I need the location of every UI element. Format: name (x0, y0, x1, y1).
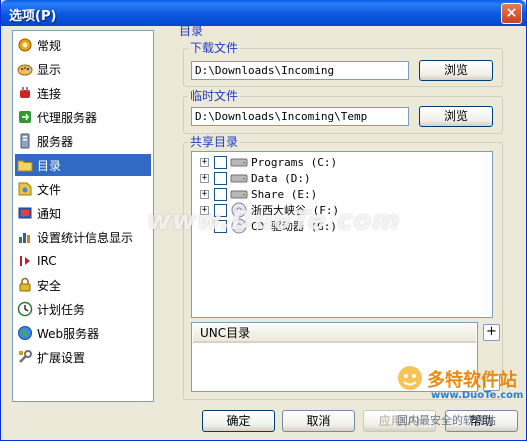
sidebar-item-label: 计划任务 (37, 302, 86, 317)
tree-item-drive-d[interactable]: + Data (D:) (200, 170, 311, 186)
sidebar-item-label: 扩展设置 (37, 350, 86, 365)
unc-dir-list[interactable]: UNC目录 (191, 322, 478, 392)
plug-icon (17, 85, 33, 101)
sidebar-item-label: 安全 (37, 278, 62, 293)
sidebar-item-label: 显示 (37, 62, 62, 77)
sidebar-item-label: 代理服务器 (37, 110, 98, 125)
browse-download-button[interactable]: 浏览 (419, 60, 493, 81)
globe-icon (17, 325, 33, 341)
share-checkbox[interactable] (214, 155, 227, 169)
tree-item-label: CD 驱动器 (G:) (251, 220, 337, 233)
tree-item-drive-g[interactable]: CD 驱动器 (G:) (214, 218, 337, 234)
title-bar[interactable]: 选项(P) × (1, 0, 526, 26)
sidebar-item-security[interactable]: 安全 (15, 274, 151, 296)
category-list[interactable]: 常规 显示 连接 代理服务器 服务器 目录 文件 通知 设置统计信息显示 IRC… (12, 30, 154, 402)
tree-item-label: Share (E:) (251, 187, 318, 201)
temp-path-input[interactable]: D:\Downloads\Incoming\Temp (191, 107, 409, 126)
share-checkbox[interactable] (214, 187, 227, 201)
tree-item-label: Programs (C:) (251, 155, 338, 169)
page-title: 目录 (179, 24, 204, 38)
shared-label: 共享目录 (188, 135, 241, 149)
sidebar-item-web-server[interactable]: Web服务器 (15, 322, 151, 344)
sidebar-item-label: 文件 (37, 182, 62, 197)
sidebar-item-label: 目录 (37, 158, 62, 173)
lock-icon (17, 277, 33, 293)
sidebar-item-general[interactable]: 常规 (15, 34, 151, 56)
cd-drive-icon (230, 202, 248, 218)
shared-dir-tree[interactable]: + Programs (C:) + Data (D:) + Share (E:)… (191, 151, 493, 318)
apply-button[interactable]: 应用(A) (363, 410, 436, 432)
help-button[interactable]: 帮助 (445, 410, 518, 432)
download-path-input[interactable]: D:\Downloads\Incoming (191, 61, 409, 80)
close-icon: × (505, 5, 518, 21)
sidebar-item-scheduler[interactable]: 计划任务 (15, 298, 151, 320)
expand-icon[interactable]: + (200, 205, 209, 215)
notify-icon (17, 205, 33, 221)
sidebar-item-label: 设置统计信息显示 (37, 230, 134, 245)
gear-icon (17, 37, 33, 53)
proxy-icon (17, 109, 33, 125)
folder-icon (17, 157, 33, 173)
tree-item-drive-c[interactable]: + Programs (C:) (200, 154, 337, 170)
tree-item-drive-e[interactable]: + Share (E:) (200, 186, 317, 202)
options-dialog: 选项(P) × 常规 显示 连接 代理服务器 服务器 目录 文件 通知 设置统计… (0, 0, 527, 441)
cd-drive-icon (230, 218, 248, 234)
sidebar-item-irc[interactable]: IRC (15, 250, 151, 272)
tree-item-label: Data (D:) (251, 171, 311, 185)
hard-drive-icon (230, 172, 248, 184)
sidebar-item-label: 连接 (37, 86, 62, 101)
temp-label: 临时文件 (188, 89, 241, 103)
cancel-button[interactable]: 取消 (282, 410, 355, 432)
sidebar-item-display[interactable]: 显示 (15, 58, 151, 80)
expand-icon[interactable]: + (200, 157, 209, 167)
display-icon (17, 61, 33, 77)
sidebar-item-directories[interactable]: 目录 (15, 154, 151, 176)
share-checkbox[interactable] (214, 219, 227, 233)
window-title: 选项(P) (9, 9, 57, 24)
tree-item-label: 浙西大峡谷 (F:) (251, 204, 340, 217)
sidebar-item-label: Web服务器 (37, 326, 100, 341)
file-icon (17, 181, 33, 197)
irc-icon (17, 253, 33, 269)
stats-icon (17, 229, 33, 245)
sidebar-item-notify[interactable]: 通知 (15, 202, 151, 224)
add-unc-button[interactable]: + (483, 324, 500, 341)
ok-button[interactable]: 确定 (202, 410, 275, 432)
hard-drive-icon (230, 156, 248, 168)
download-label: 下载文件 (188, 41, 241, 55)
wrench-icon (17, 349, 33, 365)
sidebar-item-extended[interactable]: 扩展设置 (15, 346, 151, 368)
unc-column-header[interactable]: UNC目录 (193, 324, 476, 343)
hard-drive-icon (230, 188, 248, 200)
sidebar-item-label: 常规 (37, 38, 62, 53)
sidebar-item-proxy[interactable]: 代理服务器 (15, 106, 151, 128)
share-checkbox[interactable] (214, 171, 227, 185)
sidebar-item-statistics[interactable]: 设置统计信息显示 (15, 226, 151, 248)
sidebar-item-files[interactable]: 文件 (15, 178, 151, 200)
clock-icon (17, 301, 33, 317)
minus-icon: − (486, 374, 497, 389)
close-button[interactable]: × (501, 3, 522, 24)
sidebar-item-server[interactable]: 服务器 (15, 130, 151, 152)
browse-temp-button[interactable]: 浏览 (419, 106, 493, 127)
sidebar-item-label: IRC (37, 254, 57, 268)
expand-icon[interactable]: + (200, 173, 209, 183)
sidebar-item-label: 通知 (37, 206, 62, 221)
sidebar-item-label: 服务器 (37, 134, 74, 149)
share-checkbox[interactable] (214, 203, 227, 217)
tree-item-drive-f[interactable]: + 浙西大峡谷 (F:) (200, 202, 339, 218)
plus-icon: + (486, 324, 497, 339)
expand-icon[interactable]: + (200, 189, 209, 199)
server-icon (17, 133, 33, 149)
remove-unc-button[interactable]: − (483, 374, 500, 391)
sidebar-item-connection[interactable]: 连接 (15, 82, 151, 104)
